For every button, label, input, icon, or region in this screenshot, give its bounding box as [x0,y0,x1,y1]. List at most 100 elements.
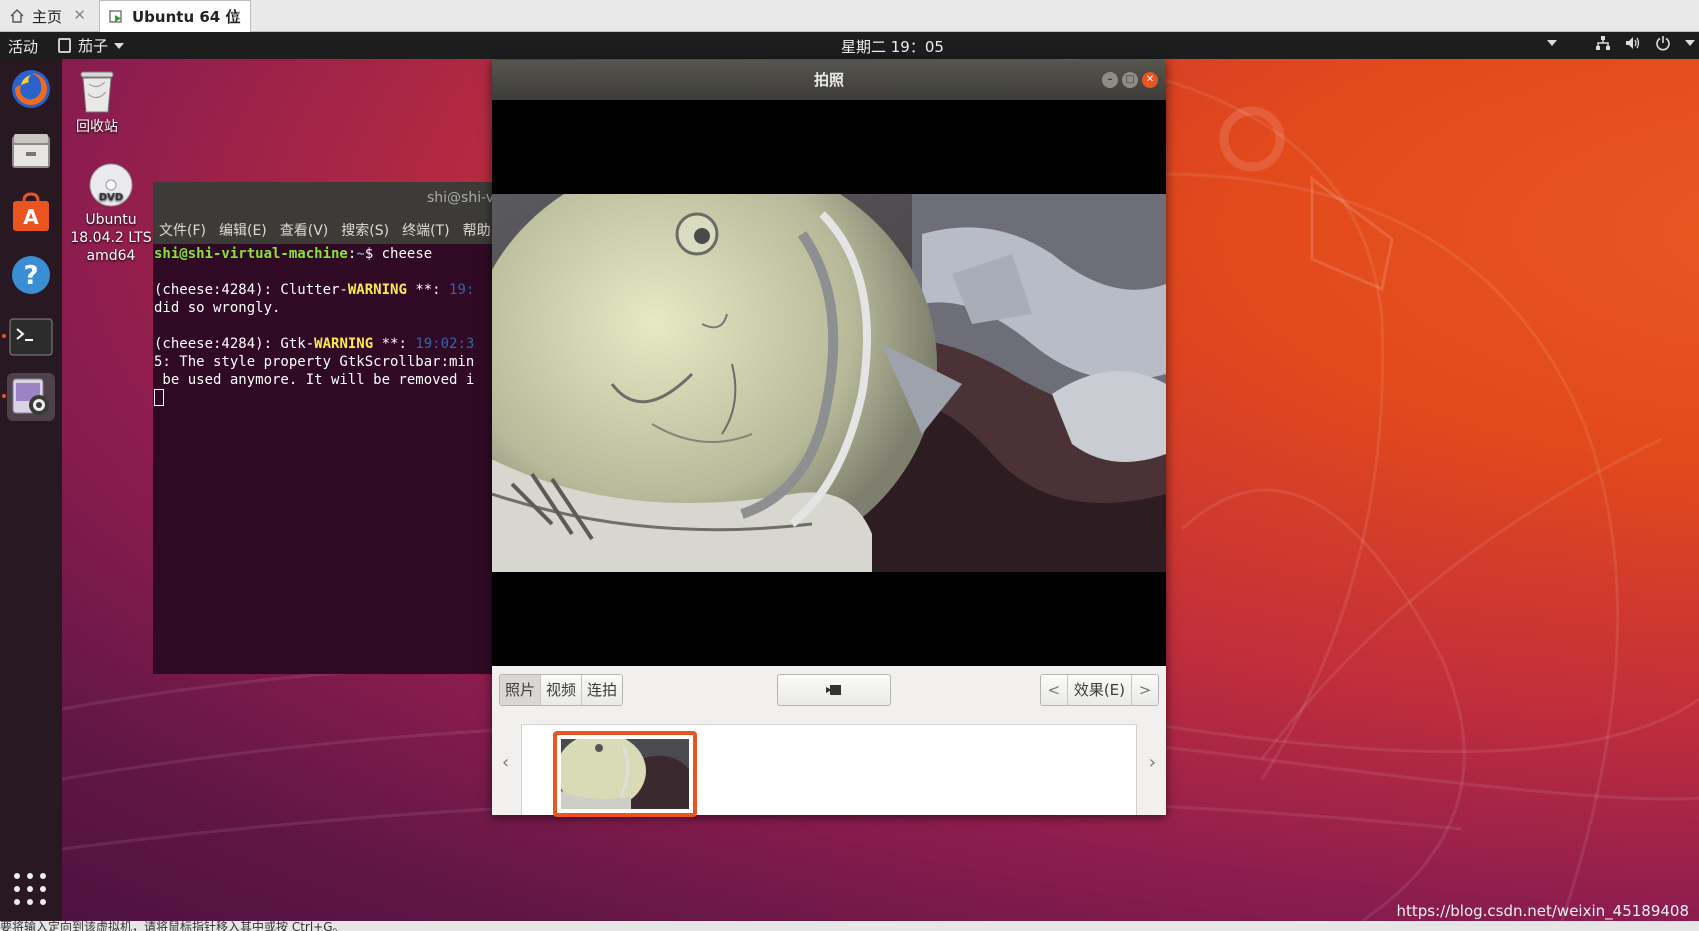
apps-grid-icon[interactable] [12,871,48,911]
home-icon [8,7,26,25]
maximize-button[interactable]: □ [1122,72,1138,88]
dock-item-terminal[interactable] [2,313,55,361]
camera-frame [492,194,1166,572]
app-menu-label: 茄子 [78,37,109,55]
maximize-icon: □ [1125,74,1135,85]
vm-icon [108,8,126,26]
desktop-icon-trash[interactable]: 回收站 [52,66,142,136]
thumbnail-list [521,724,1137,817]
close-icon: ✕ [1145,74,1155,85]
software-center-icon: A [13,192,49,231]
close-button[interactable]: ✕ [1142,72,1158,88]
chevron-left-icon: ‹ [502,752,510,773]
cheese-titlebar[interactable]: 拍照 – □ ✕ [492,60,1166,100]
trash-label: 回收站 [76,119,118,135]
watermark-text: https://blog.csdn.net/weixin_45189408 [1396,902,1689,920]
gnome-top-bar: 活动 茄子 星期二 19：05 [0,32,1699,59]
dock-item-files[interactable] [7,127,55,175]
minimize-button[interactable]: – [1102,72,1118,88]
menu-terminal[interactable]: 终端(T) [402,220,449,244]
terminal-icon [9,318,53,356]
dock-item-software[interactable]: A [7,189,55,237]
dock-item-cheese[interactable] [2,373,55,421]
close-icon[interactable]: ✕ [229,7,242,25]
mode-photo-button[interactable]: 照片 [500,675,542,705]
effects-next-button[interactable]: > [1132,675,1158,705]
window-title: 拍照 [813,71,844,89]
take-photo-button[interactable] [777,674,891,706]
command-text: cheese [381,246,433,262]
files-icon [12,134,50,168]
effects-control: < 效果(E) > [1039,674,1159,706]
network-icon [1596,36,1610,50]
chevron-right-icon: > [1138,681,1152,699]
menu-help[interactable]: 帮助 [463,220,491,244]
volume-icon [1626,37,1640,49]
warning-text: WARNING [347,282,407,298]
mode-burst-button[interactable]: 连拍 [582,675,623,705]
mode-video-button[interactable]: 视频 [541,675,583,705]
cheese-app-icon [58,38,71,53]
cheese-window[interactable]: 拍照 – □ ✕ 照片 视频 连拍 < 效果(E) > ‹ › [492,60,1166,817]
terminal-output[interactable]: shi@shi-virtual-machine:~$ cheese (chees… [153,244,493,408]
camera-icon [826,685,841,695]
firefox-icon [12,70,50,108]
text-cursor [154,389,164,406]
system-tray[interactable] [1547,35,1695,51]
dvd-label-line: Ubuntu [85,212,137,228]
warning-text: WARNING [314,336,374,352]
mode-switcher: 照片 视频 连拍 [499,674,624,706]
tab-home-label: 主页 [32,7,63,26]
menu-edit[interactable]: 编辑(E) [219,220,267,244]
terminal-window[interactable]: shi@shi-v 文件(F) 编辑(E) 查看(V) 搜索(S) 终端(T) … [153,182,493,674]
menu-view[interactable]: 查看(V) [280,220,329,244]
status-text: 要将输入定向到该虚拟机，请将鼠标指针移入其中或按 Ctrl+G。 [0,921,345,931]
terminal-titlebar[interactable]: shi@shi-v [153,182,493,214]
thumb-scroll-left-button[interactable]: ‹ [502,752,509,773]
svg-text:?: ? [23,261,38,291]
output-line: 5: The style property GtkScrollbar:min [154,354,475,370]
close-icon[interactable]: ✕ [73,6,86,24]
output-line: did so wrongly. [154,300,281,316]
clock[interactable]: 星期二 19：05 [841,36,944,57]
thumb-scroll-right-button[interactable]: › [1149,752,1156,773]
tab-ubuntu-vm[interactable]: Ubuntu 64 位 ✕ [99,0,251,32]
cheese-controls: 照片 视频 连拍 < 效果(E) > [492,666,1166,716]
thumbnail-image [556,733,689,809]
dropdown-arrow-icon[interactable] [1685,40,1695,46]
prompt-path: ~ [356,246,365,262]
output-line: be used anymore. It will be removed i [154,372,475,388]
effects-button[interactable]: 效果(E) [1066,675,1132,705]
chevron-down-icon [114,42,125,49]
photo-thumbnail[interactable] [553,731,697,817]
dropdown-arrow-icon[interactable] [1547,40,1557,46]
dock: A ? [0,59,62,921]
menu-file[interactable]: 文件(F) [159,220,206,244]
terminal-menubar: 文件(F) 编辑(E) 查看(V) 搜索(S) 终端(T) 帮助 [153,214,493,244]
output-line: **: [373,336,416,352]
vmware-status-bar: 要将输入定向到该虚拟机，请将鼠标指针移入其中或按 Ctrl+G。 [0,921,1699,931]
dock-item-firefox[interactable] [7,65,55,113]
power-icon [1656,36,1670,51]
tab-home[interactable]: 主页 ✕ [0,0,94,32]
trash-icon [75,66,119,114]
minimize-icon: – [1107,74,1113,85]
desktop-icon-dvd[interactable]: DVD Ubuntu 18.04.2 LTS amd64 [66,163,156,265]
effects-prev-button[interactable]: < [1040,675,1067,705]
thumbnail-bar: ‹ › [492,716,1166,817]
app-menu[interactable]: 茄子 [58,35,125,56]
chevron-right-icon: › [1148,752,1156,773]
vmware-tab-strip: 主页 ✕ Ubuntu 64 位 ✕ [0,0,1699,32]
chevron-left-icon: < [1047,681,1061,699]
tab-ubuntu-vm-label: Ubuntu 64 位 [132,8,241,26]
dvd-label-line: amd64 [86,248,136,264]
svg-text:DVD: DVD [99,192,123,203]
timestamp-text: 19:02:3 [415,336,475,352]
activities-button[interactable]: 活动 [8,36,38,57]
camera-preview [492,100,1166,666]
output-line: (cheese:4284): Clutter- [154,282,348,298]
dock-item-help[interactable]: ? [7,251,55,299]
output-line: **: [406,282,450,298]
webcam-icon [12,378,49,415]
menu-search[interactable]: 搜索(S) [341,220,389,244]
